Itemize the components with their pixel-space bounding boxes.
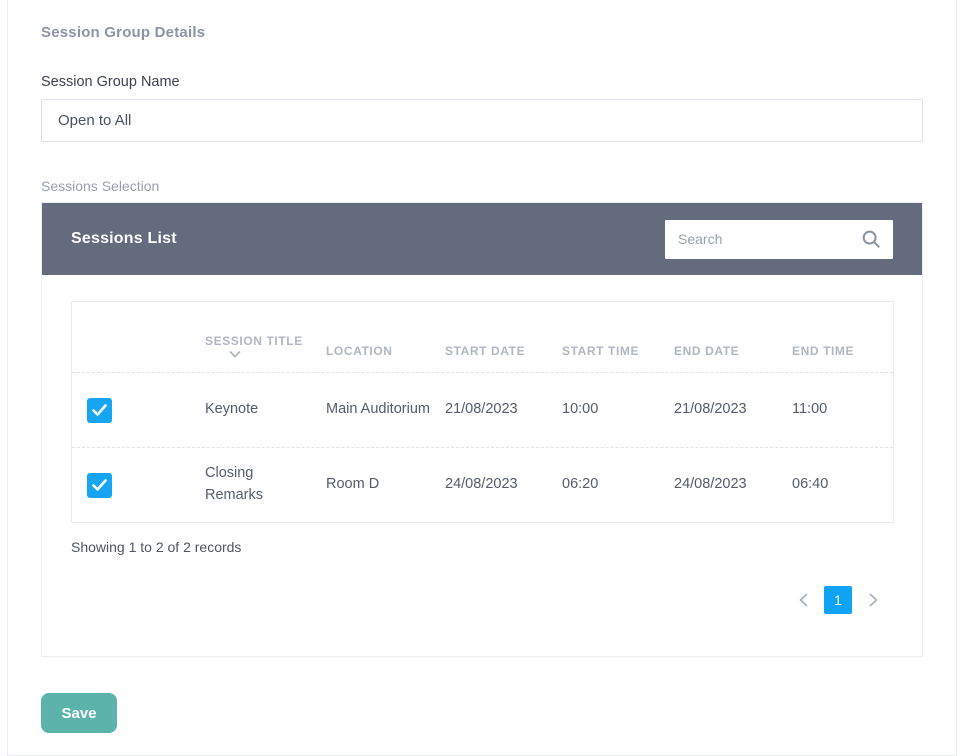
check-icon (92, 479, 107, 491)
pagination-next-button[interactable] (861, 586, 885, 614)
cell-session-title: Keynote (205, 399, 326, 421)
row-checkbox-cell (72, 473, 205, 498)
records-summary: Showing 1 to 2 of 2 records (71, 539, 893, 555)
session-group-name-label: Session Group Name (41, 74, 923, 90)
row-checkbox-cell (72, 398, 205, 423)
column-header-start-date[interactable]: Start Date (445, 344, 562, 372)
session-group-name-input[interactable] (41, 99, 923, 142)
pagination-page-1-button[interactable]: 1 (824, 586, 852, 614)
header-checkbox-cell (72, 358, 205, 372)
sessions-selection-label: Sessions Selection (41, 178, 923, 194)
column-header-start-time[interactable]: Start Time (562, 344, 674, 372)
cell-end-time: 06:40 (792, 474, 893, 496)
chevron-right-icon (869, 593, 878, 607)
column-header-end-time[interactable]: End Time (792, 344, 893, 372)
sessions-list-title: Sessions List (71, 230, 177, 248)
table-header-row: Session Title Location Start Date Start … (72, 302, 893, 372)
cell-start-date: 21/08/2023 (445, 399, 562, 421)
table-row: Closing Remarks Room D 24/08/2023 06:20 … (72, 447, 893, 522)
search-input[interactable] (678, 231, 860, 247)
row-checkbox-checked[interactable] (87, 398, 112, 423)
row-checkbox-checked[interactable] (87, 473, 112, 498)
search-icon[interactable] (860, 228, 882, 250)
cell-end-date: 24/08/2023 (674, 474, 792, 496)
cell-location: Room D (326, 474, 445, 496)
column-header-location[interactable]: Location (326, 344, 445, 372)
cell-location: Main Auditorium (326, 399, 445, 421)
page-panel: Session Group Details Session Group Name… (7, 0, 957, 756)
column-header-end-date[interactable]: End Date (674, 344, 792, 372)
pagination: 1 (71, 586, 893, 614)
sessions-list-header: Sessions List (42, 203, 922, 275)
table-row: Keynote Main Auditorium 21/08/2023 10:00… (72, 372, 893, 447)
cell-end-time: 11:00 (792, 399, 893, 421)
pagination-prev-button[interactable] (791, 586, 815, 614)
cell-session-title: Closing Remarks (205, 463, 326, 507)
cell-start-date: 24/08/2023 (445, 474, 562, 496)
cell-end-date: 21/08/2023 (674, 399, 792, 421)
cell-start-time: 06:20 (562, 474, 674, 496)
sort-desc-icon[interactable] (229, 350, 241, 358)
chevron-left-icon (799, 593, 808, 607)
search-box[interactable] (665, 220, 893, 259)
check-icon (92, 404, 107, 416)
sessions-selection-panel: Sessions List Session Title (41, 202, 923, 657)
save-button[interactable]: Save (41, 693, 117, 733)
sessions-table: Session Title Location Start Date Start … (71, 301, 894, 523)
cell-start-time: 10:00 (562, 399, 674, 421)
column-header-session-title[interactable]: Session Title (205, 334, 326, 372)
page-title: Session Group Details (41, 24, 923, 41)
